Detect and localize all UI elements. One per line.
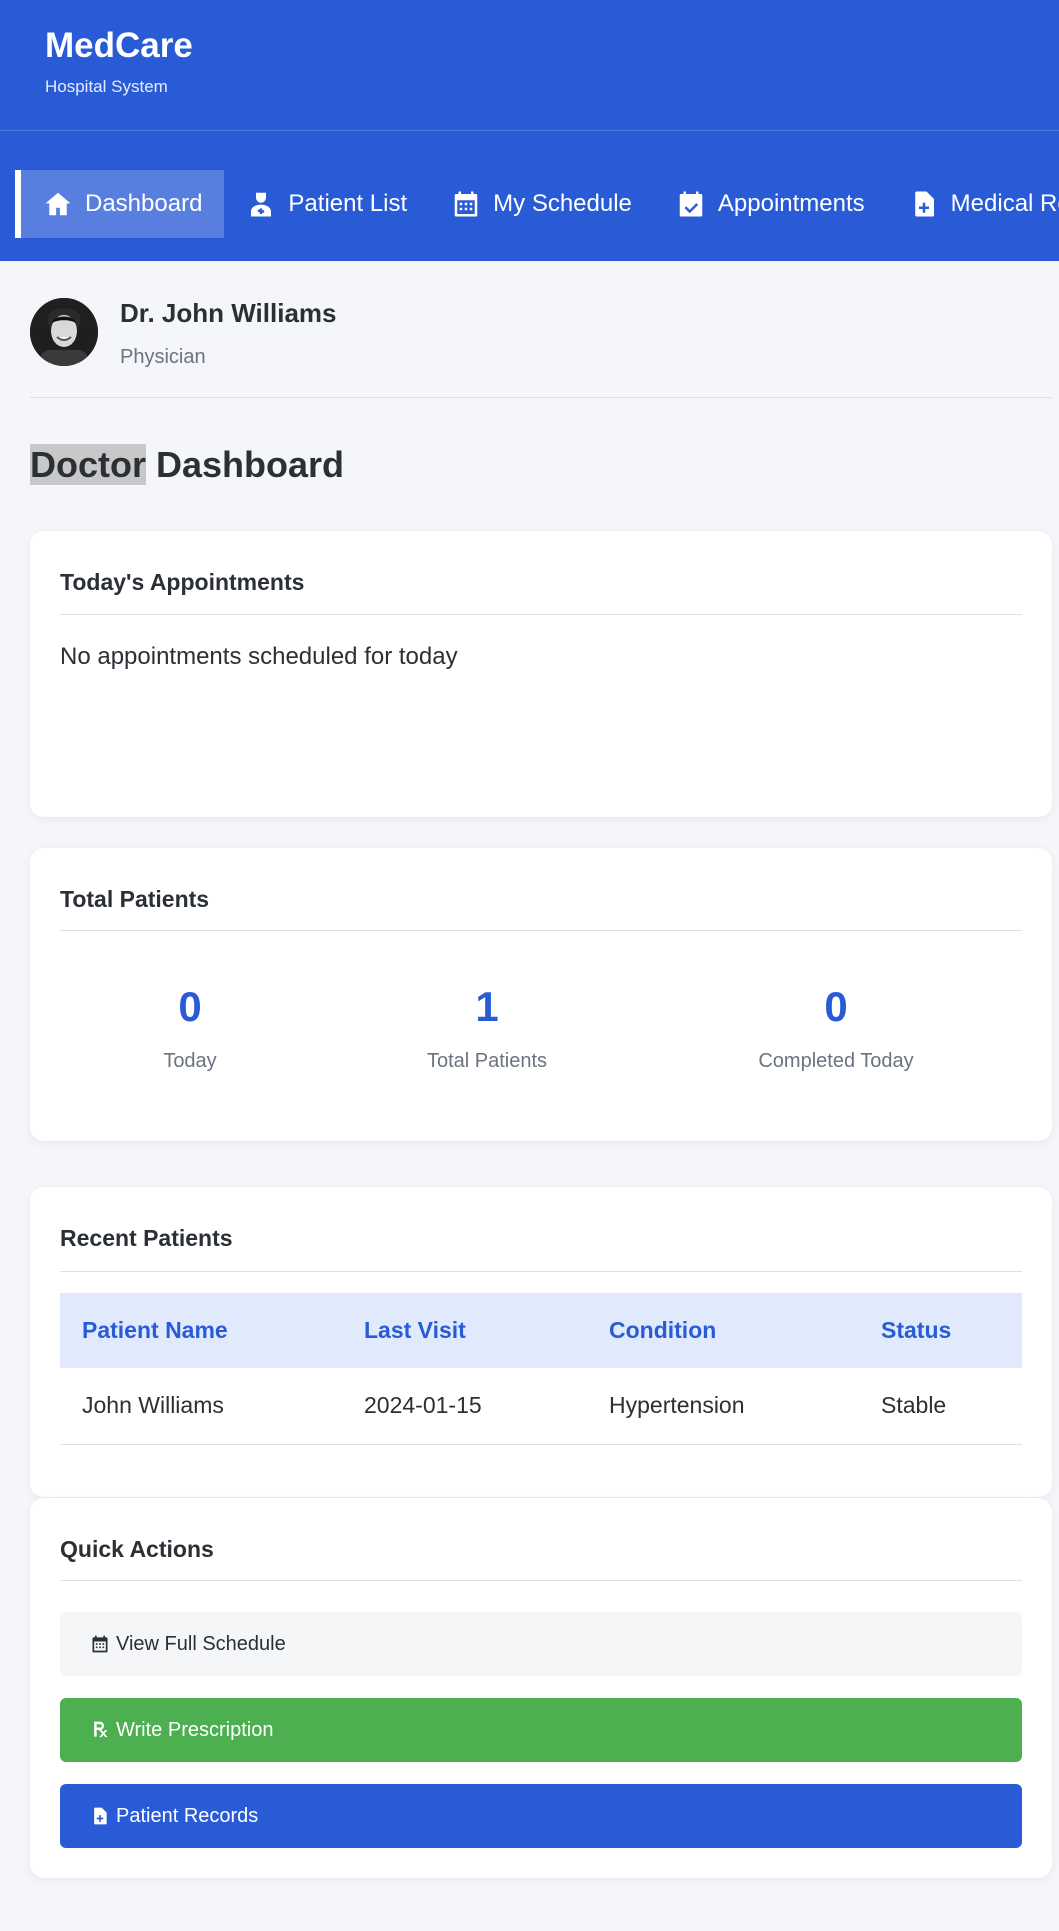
calendar-icon: [454, 191, 478, 217]
column-header[interactable]: Condition: [587, 1293, 859, 1368]
nav-item-label: Medical Records: [950, 190, 1059, 217]
user-doctor-icon: [251, 192, 272, 217]
nav-item-dashboard[interactable]: Dashboard: [15, 170, 225, 238]
home-icon: [45, 192, 71, 216]
header-divider: [0, 130, 1059, 131]
empty-message: No appointments scheduled for today: [60, 643, 458, 670]
stat-label: Completed Today: [758, 1050, 914, 1072]
condition-cell: Hypertension: [587, 1368, 859, 1445]
table-row[interactable]: John Williams 2024-01-15 Hypertension St…: [60, 1368, 1022, 1445]
brand[interactable]: MedCare Hospital System: [45, 25, 193, 97]
nav-item-patient-list[interactable]: Patient List: [224, 170, 429, 238]
patient-name-cell: John Williams: [60, 1368, 342, 1445]
stat-value: 1: [475, 983, 499, 1030]
brand-name: MedCare: [45, 26, 193, 65]
nav-item-label: My Schedule: [493, 190, 632, 217]
avatar[interactable]: [30, 298, 98, 366]
top-header: MedCare Hospital System Dashboard Patien…: [0, 0, 1059, 261]
stats-card: Total Patients 0 Today 1 Total Patients …: [30, 848, 1052, 1141]
card-title: Recent Patients: [60, 1225, 233, 1251]
nav-item-label: Dashboard: [85, 190, 203, 217]
stat-today: 0 Today: [60, 986, 320, 1073]
nav-item-label: Appointments: [717, 190, 865, 217]
column-header[interactable]: Patient Name: [60, 1293, 342, 1368]
last-visit-cell: 2024-01-15: [342, 1368, 587, 1445]
recent-patients-card: Recent Patients Patient Name Last Visit …: [30, 1187, 1052, 1497]
patient-records-button[interactable]: Patient Records: [60, 1784, 1022, 1848]
stat-completed-today: 0 Completed Today: [706, 986, 966, 1073]
nav-item-label: Patient List: [288, 190, 408, 217]
file-medical-icon: [914, 191, 934, 217]
card-divider: [60, 1580, 1022, 1581]
view-full-schedule-button[interactable]: View Full Schedule: [60, 1612, 1022, 1676]
card-divider: [60, 930, 1022, 931]
calendar-icon: [92, 1635, 108, 1653]
nav-item-medical-records[interactable]: Medical Records: [887, 170, 1059, 238]
stat-value: 0: [178, 983, 202, 1030]
table-header-row: Patient Name Last Visit Condition Status: [60, 1293, 1022, 1368]
file-medical-icon: [94, 1807, 107, 1825]
calendar-check-icon: [679, 191, 703, 217]
stat-value: 0: [824, 983, 848, 1030]
button-label: Patient Records: [116, 1804, 259, 1827]
stat-label: Total Patients: [426, 1050, 548, 1072]
page-title-highlight: Doctor: [30, 444, 146, 485]
brand-subtitle: Hospital System: [45, 77, 168, 96]
card-title: Total Patients: [60, 886, 210, 912]
stat-label: Today: [163, 1050, 217, 1072]
nav-item-appointments[interactable]: Appointments: [654, 170, 887, 238]
doctor-role: Physician: [120, 346, 206, 368]
column-header[interactable]: Status: [859, 1293, 1022, 1368]
doctor-name: Dr. John Williams: [120, 298, 337, 328]
button-label: View Full Schedule: [116, 1632, 286, 1655]
doctor-profile: Dr. John Williams Physician: [30, 298, 1052, 398]
stat-total-patients: 1 Total Patients: [357, 986, 617, 1073]
button-label: Write Prescription: [116, 1718, 274, 1741]
card-divider: [60, 1271, 1022, 1272]
main-nav: Dashboard Patient List My Schedule Appoi…: [15, 170, 1059, 238]
appointments-card: Today's Appointments No appointments sch…: [30, 531, 1052, 817]
status-cell: Stable: [859, 1368, 1022, 1445]
card-title: Quick Actions: [60, 1536, 214, 1562]
page-title: Doctor Dashboard: [30, 444, 344, 486]
quick-actions-card: Quick Actions View Full Schedule Write P…: [30, 1498, 1052, 1878]
write-prescription-button[interactable]: Write Prescription: [60, 1698, 1022, 1762]
avatar-image: [30, 298, 98, 366]
nav-item-my-schedule[interactable]: My Schedule: [429, 170, 654, 238]
patients-table: Patient Name Last Visit Condition Status…: [60, 1293, 1022, 1445]
prescription-icon: [94, 1721, 108, 1738]
page-title-rest: Dashboard: [146, 444, 345, 485]
card-divider: [60, 614, 1022, 615]
column-header[interactable]: Last Visit: [342, 1293, 587, 1368]
card-title: Today's Appointments: [60, 569, 305, 595]
